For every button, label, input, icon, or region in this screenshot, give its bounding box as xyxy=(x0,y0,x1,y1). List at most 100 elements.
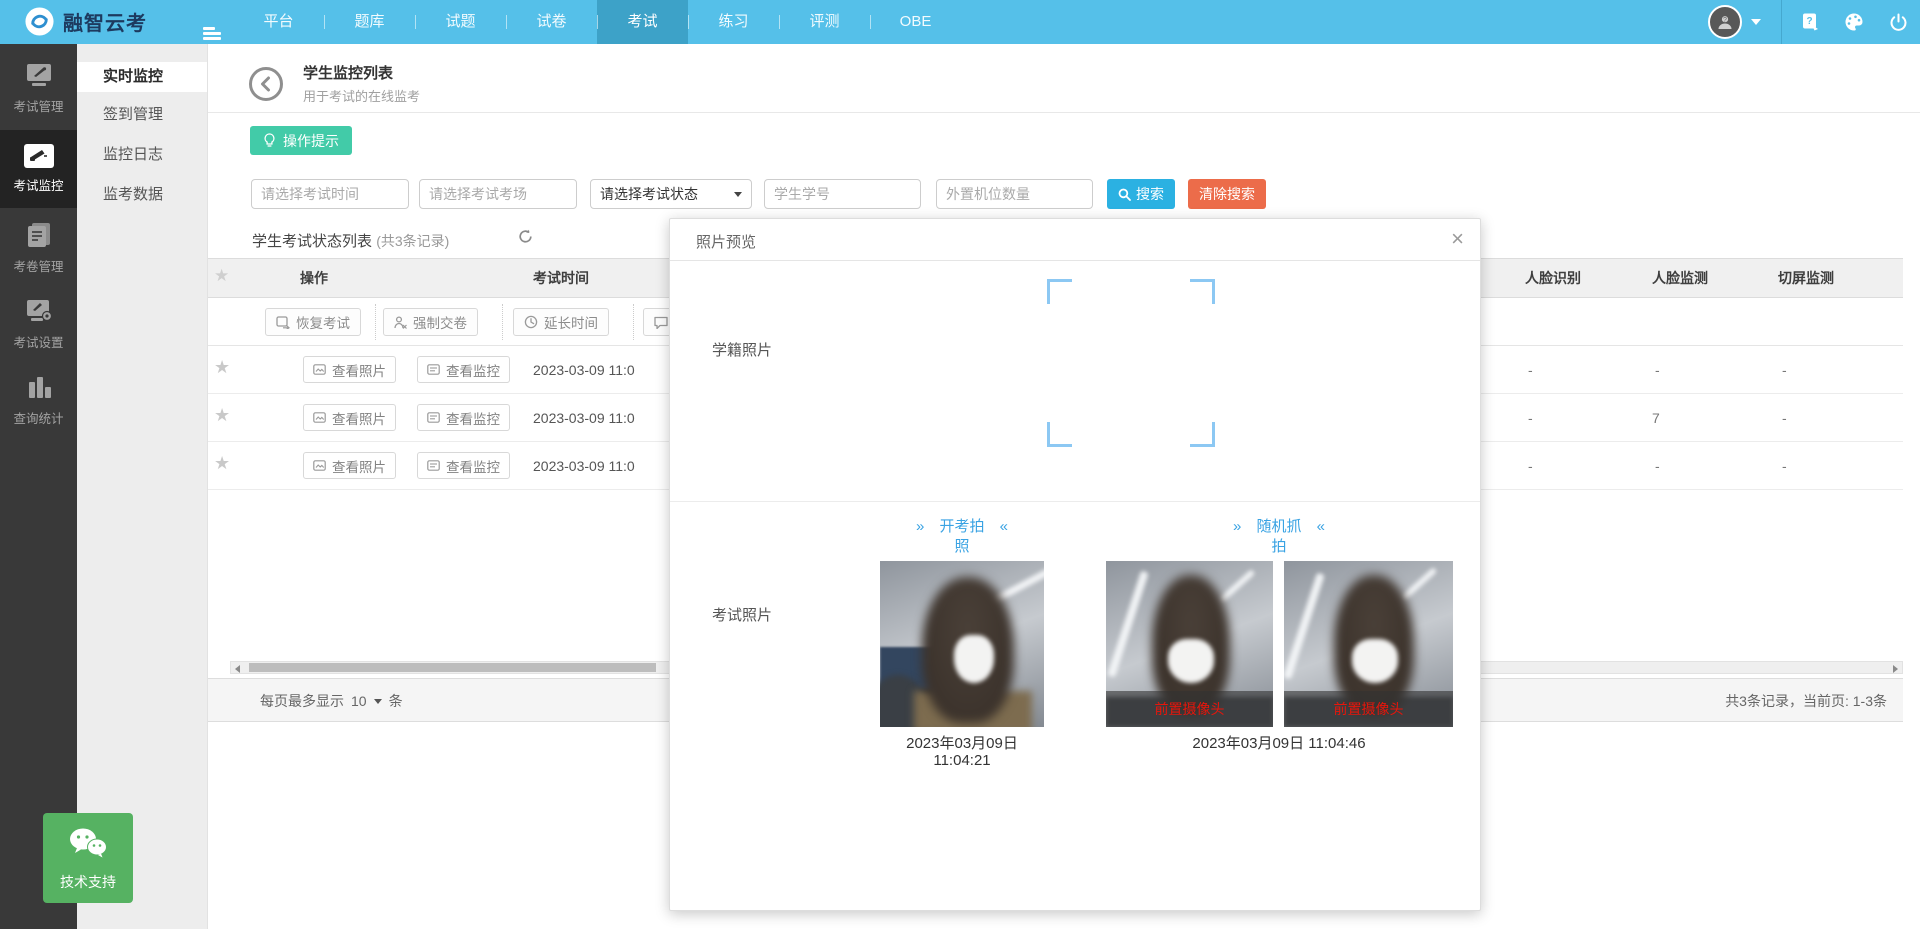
camera-label-band: 前置摄像头 xyxy=(1284,691,1453,727)
camera-count-input[interactable] xyxy=(936,179,1093,209)
menu-collapse-icon[interactable] xyxy=(203,27,221,40)
photo-card-icon xyxy=(313,364,326,375)
random-capture-tab[interactable]: 随机抓拍 xyxy=(1255,517,1303,556)
send-message-icon xyxy=(654,316,668,329)
top-navbar: 融智云考 平台 题库 试题 试卷 考试 练习 评测 OBE ? ? xyxy=(0,0,1920,44)
record-count: (共3条记录) xyxy=(376,233,449,249)
user-icon: ? xyxy=(1716,13,1734,31)
force-submit-button[interactable]: 强制交卷 xyxy=(383,308,478,336)
logo-icon xyxy=(24,6,55,37)
submenu-item-realtime-monitor[interactable]: 实时监控 xyxy=(77,62,207,92)
help-button[interactable]: ? xyxy=(1788,0,1832,44)
svg-text:?: ? xyxy=(1723,17,1727,24)
theme-palette-button[interactable] xyxy=(1832,0,1876,44)
nav-item-evaluation[interactable]: 评测 xyxy=(779,0,870,44)
divider xyxy=(633,304,634,340)
page-size-control[interactable]: 每页最多显示 10 条 xyxy=(260,691,403,711)
exam-monitor-icon xyxy=(24,144,54,168)
exam-room-input[interactable] xyxy=(419,179,577,209)
navbar-right: ? ? xyxy=(1708,0,1920,44)
clear-search-button[interactable]: 清除搜索 xyxy=(1188,179,1266,209)
submenu-item-checkin-manage[interactable]: 签到管理 xyxy=(77,100,207,130)
logout-button[interactable] xyxy=(1876,0,1920,44)
face-recognition-cell: - xyxy=(1528,410,1533,426)
col-face-monitor: 人脸监测 xyxy=(1652,268,1708,288)
photo-face-mask-region xyxy=(1352,639,1398,683)
nav-item-platform[interactable]: 平台 xyxy=(233,0,324,44)
photo-timestamp: 2023年03月09日 11:04:46 xyxy=(1169,735,1389,752)
viewfinder-corner-icon xyxy=(1190,279,1215,304)
sidebar-item-exam-settings[interactable]: 考试设置 xyxy=(0,296,77,351)
photo-card-icon xyxy=(313,412,326,423)
close-icon[interactable]: × xyxy=(1451,226,1464,252)
exam-photo-label: 考试照片 xyxy=(712,604,772,625)
operation-tip-button[interactable]: 操作提示 xyxy=(250,126,352,155)
viewfinder-corner-icon xyxy=(1047,279,1072,304)
chevron-down-icon[interactable] xyxy=(374,699,382,704)
view-monitor-button[interactable]: 查看监控 xyxy=(417,404,510,431)
divider xyxy=(502,304,503,340)
start-exam-photo-tab[interactable]: 开考拍照 xyxy=(938,517,986,556)
view-photos-button[interactable]: 查看照片 xyxy=(303,452,396,479)
camera-label-band: 前置摄像头 xyxy=(1106,691,1273,727)
nav-item-practice[interactable]: 练习 xyxy=(688,0,779,44)
search-button[interactable]: 搜索 xyxy=(1107,179,1175,209)
nav-item-papers[interactable]: 试卷 xyxy=(506,0,597,44)
photo-preview-modal: 照片预览 × 学籍照片 考试照片 开考拍照 随机抓拍 xyxy=(669,218,1481,911)
submenu-item-proctor-data[interactable]: 监考数据 xyxy=(77,180,207,210)
student-id-input[interactable] xyxy=(764,179,921,209)
header-divider xyxy=(207,112,1920,113)
nav-item-obe[interactable]: OBE xyxy=(870,0,961,44)
sidebar-item-paper-manage[interactable]: 考卷管理 xyxy=(0,220,77,275)
photo-light-streak xyxy=(1284,572,1325,679)
view-monitor-button[interactable]: 查看监控 xyxy=(417,356,510,383)
nav-item-question-bank[interactable]: 题库 xyxy=(324,0,415,44)
sidebar-item-statistics[interactable]: 查询统计 xyxy=(0,374,77,427)
registration-photo-placeholder xyxy=(1047,279,1215,447)
random-capture-photo[interactable]: 前置摄像头 xyxy=(1284,561,1453,727)
sidebar-item-exam-manage[interactable]: 考试管理 xyxy=(0,60,77,115)
modal-header: 照片预览 × xyxy=(670,219,1480,261)
view-monitor-button[interactable]: 查看监控 xyxy=(417,452,510,479)
exam-status-select[interactable]: 请选择考试状态 xyxy=(590,179,752,209)
photo-light-streak xyxy=(1401,567,1438,601)
avatar[interactable]: ? xyxy=(1708,5,1742,39)
star-icon[interactable]: ★ xyxy=(214,453,230,474)
help-doc-icon: ? xyxy=(1801,12,1820,32)
random-capture-photo[interactable]: 前置摄像头 xyxy=(1106,561,1273,727)
screen-monitor-cell: - xyxy=(1782,362,1787,378)
star-icon[interactable]: ★ xyxy=(214,405,230,426)
exam-start-photo[interactable] xyxy=(880,561,1044,727)
camera-label: 前置摄像头 xyxy=(1334,699,1404,719)
registration-photo-label: 学籍照片 xyxy=(712,339,772,360)
tech-support-button[interactable]: 技术支持 xyxy=(43,813,133,903)
power-icon xyxy=(1889,13,1908,32)
user-menu[interactable]: ? xyxy=(1708,5,1761,39)
col-operation: 操作 xyxy=(300,268,328,288)
view-photos-button[interactable]: 查看照片 xyxy=(303,404,396,431)
view-photos-button[interactable]: 查看照片 xyxy=(303,356,396,383)
refresh-icon xyxy=(518,229,533,244)
restore-exam-button[interactable]: 恢复考试 xyxy=(265,308,361,336)
screen-monitor-cell: - xyxy=(1782,410,1787,426)
face-recognition-cell: - xyxy=(1528,362,1533,378)
divider xyxy=(375,304,376,340)
scroll-right-arrow-icon[interactable] xyxy=(1893,665,1898,673)
palette-icon xyxy=(1844,12,1864,32)
nav-item-questions[interactable]: 试题 xyxy=(415,0,506,44)
divider xyxy=(1781,0,1782,44)
face-monitor-cell: 7 xyxy=(1652,410,1660,426)
extend-time-button[interactable]: 延长时间 xyxy=(513,308,609,336)
back-button[interactable] xyxy=(249,67,283,101)
exam-manage-icon xyxy=(23,60,55,90)
face-monitor-cell: - xyxy=(1655,458,1660,474)
submenu-item-monitor-log[interactable]: 监控日志 xyxy=(77,140,207,170)
nav-item-exam[interactable]: 考试 xyxy=(597,0,688,44)
back-arrow-icon xyxy=(258,76,274,92)
scrollbar-thumb[interactable] xyxy=(249,663,656,672)
sidebar-item-exam-monitor[interactable]: 考试监控 xyxy=(0,130,77,208)
exam-time-input[interactable] xyxy=(251,179,409,209)
star-icon[interactable]: ★ xyxy=(214,357,230,378)
scroll-left-arrow-icon[interactable] xyxy=(235,665,240,673)
refresh-button[interactable] xyxy=(518,229,533,249)
